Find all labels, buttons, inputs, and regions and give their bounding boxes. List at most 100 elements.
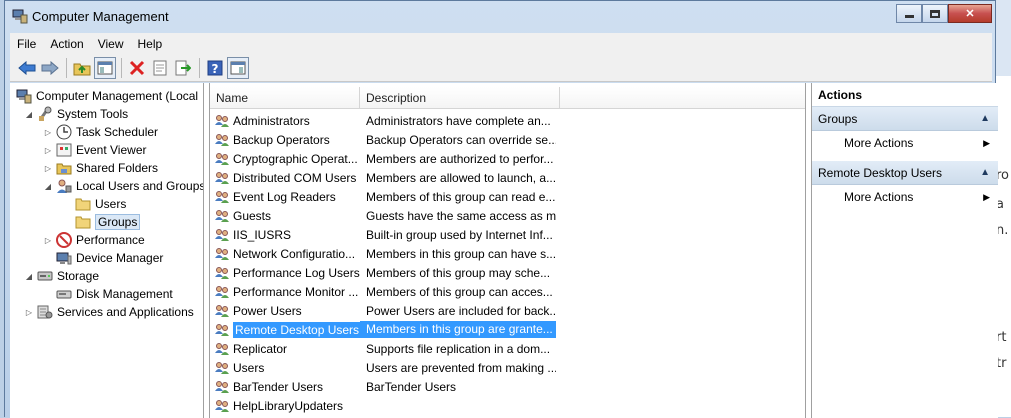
table-row[interactable]: Replicator Supports file replication in a…: [210, 339, 805, 358]
tree-item-services-and-applications[interactable]: ▷ Services and Applications: [24, 303, 194, 321]
table-row[interactable]: Performance Log Users Members of this gro…: [210, 263, 805, 282]
expand-arrow-icon[interactable]: ▷: [24, 308, 34, 317]
list-rows: Administrators Administrators have comple…: [210, 111, 805, 415]
table-row[interactable]: Event Log Readers Members of this group c…: [210, 187, 805, 206]
collapse-arrow-icon[interactable]: ◢: [24, 110, 34, 119]
groups-list[interactable]: Name Description Administrators Administr…: [209, 83, 806, 418]
tree-item-label: Users: [95, 197, 127, 211]
up-one-level-button[interactable]: [71, 57, 93, 79]
tree-item-system-tools[interactable]: ◢ System Tools: [24, 105, 128, 123]
group-icon: [214, 132, 233, 148]
table-row[interactable]: Cryptographic Operat... Members are autho…: [210, 149, 805, 168]
group-icon: [214, 113, 233, 129]
tree-item-device-manager[interactable]: Device Manager: [56, 249, 163, 267]
menu-view[interactable]: View: [91, 37, 131, 51]
back-button[interactable]: [16, 57, 38, 79]
up-folder-icon: [73, 63, 91, 75]
group-name: Performance Log Users: [233, 265, 360, 280]
group-description: Members are authorized to perfor...: [366, 151, 554, 166]
tree-item-disk-management[interactable]: Disk Management: [56, 285, 173, 303]
show-hide-tree-button[interactable]: [94, 56, 116, 79]
group-name-cell: HelpLibraryUpdaters: [210, 398, 360, 414]
table-row[interactable]: Backup Operators Backup Operators can ove…: [210, 130, 805, 149]
tree-item-storage[interactable]: ◢ Storage: [24, 267, 99, 285]
table-row[interactable]: Network Configuratio... Members in this g…: [210, 244, 805, 263]
group-name-cell: Network Configuratio...: [210, 246, 360, 262]
group-name-cell: Distributed COM Users: [210, 170, 360, 186]
expand-arrow-icon[interactable]: ▷: [43, 236, 53, 245]
device-manager-icon: [56, 250, 72, 266]
forward-button[interactable]: [39, 57, 61, 79]
properties-button[interactable]: [149, 57, 171, 79]
column-header-description[interactable]: Description: [360, 87, 560, 109]
tree-item-shared-folders[interactable]: ▷ Shared Folders: [43, 159, 158, 177]
table-row[interactable]: Administrators Administrators have comple…: [210, 111, 805, 130]
menu-action[interactable]: Action: [43, 37, 90, 51]
group-description: Supports file replication in a dom...: [366, 341, 551, 356]
expand-arrow-icon[interactable]: ▷: [43, 128, 53, 137]
export-list-button[interactable]: [172, 57, 194, 79]
menu-help[interactable]: Help: [131, 37, 170, 51]
group-icon: [214, 170, 233, 186]
group-icon: [214, 360, 233, 376]
window-title: Computer Management: [32, 9, 169, 24]
tree-item-label: Shared Folders: [76, 161, 159, 175]
actions-group-remote-desktop-users[interactable]: Remote Desktop Users ▲: [812, 161, 998, 185]
console-tree[interactable]: Computer Management (Local ◢ System Tool…: [10, 83, 204, 418]
actions-group-groups[interactable]: Groups ▲: [812, 107, 998, 131]
table-row[interactable]: Users Users are prevented from making ...: [210, 358, 805, 377]
show-hide-action-pane-button[interactable]: [227, 56, 249, 79]
more-actions-item[interactable]: More Actions ▶: [812, 185, 998, 209]
table-row[interactable]: Remote Desktop Users Members in this grou…: [210, 320, 805, 339]
collapse-arrow-icon[interactable]: ◢: [24, 272, 34, 281]
close-icon: ✕: [965, 8, 975, 20]
computer-management-icon: [12, 9, 28, 24]
group-description: Members of this group can acces...: [366, 284, 553, 299]
table-row[interactable]: IIS_IUSRS Built-in group used by Internet…: [210, 225, 805, 244]
group-name: BarTender Users: [233, 379, 324, 394]
group-icon: [214, 208, 233, 224]
group-icon: [214, 284, 233, 300]
close-button[interactable]: ✕: [948, 4, 992, 23]
group-name-cell: BarTender Users: [210, 379, 360, 395]
title-bar[interactable]: Computer Management ✕: [5, 1, 995, 33]
table-row[interactable]: BarTender Users BarTender Users: [210, 377, 805, 396]
tree-item-users[interactable]: Users: [75, 195, 126, 213]
tree-item-task-scheduler[interactable]: ▷ Task Scheduler: [43, 123, 158, 141]
main-content: Computer Management (Local ◢ System Tool…: [10, 83, 998, 418]
group-description: Members are allowed to launch, a...: [366, 170, 556, 185]
tree-item-groups[interactable]: Groups: [75, 213, 141, 231]
background-strip: [996, 0, 1011, 76]
storage-icon: [37, 268, 53, 284]
group-description: Power Users are included for back...: [366, 303, 556, 318]
column-header-name[interactable]: Name: [210, 87, 360, 109]
column-header-empty: [560, 87, 805, 109]
table-row[interactable]: Guests Guests have the same access as m..…: [210, 206, 805, 225]
menu-file[interactable]: File: [10, 37, 43, 51]
collapse-arrow-icon[interactable]: ◢: [43, 182, 53, 191]
table-row[interactable]: HelpLibraryUpdaters: [210, 396, 805, 415]
expand-arrow-icon[interactable]: ▷: [43, 164, 53, 173]
tree-item-label: Storage: [57, 269, 100, 283]
delete-button[interactable]: [126, 57, 148, 79]
tree-item-local-users-and-groups[interactable]: ◢ Local Users and Groups: [43, 177, 203, 195]
tree-item-performance[interactable]: ▷ Performance: [43, 231, 145, 249]
maximize-button[interactable]: [922, 4, 948, 23]
collapse-up-icon[interactable]: ▲: [980, 113, 990, 124]
help-button[interactable]: ?: [204, 57, 226, 79]
minimize-button[interactable]: [896, 4, 922, 23]
table-row[interactable]: Performance Monitor ... Members of this g…: [210, 282, 805, 301]
more-actions-item[interactable]: More Actions ▶: [812, 131, 998, 155]
group-description: Built-in group used by Internet Inf...: [366, 227, 553, 242]
group-name: Remote Desktop Users: [233, 321, 360, 338]
expand-arrow-icon[interactable]: ▷: [43, 146, 53, 155]
shared-folders-icon: [56, 160, 72, 176]
tree-item-label: Performance: [76, 233, 145, 247]
system-tools-icon: [37, 106, 53, 122]
collapse-up-icon[interactable]: ▲: [980, 167, 990, 178]
submenu-arrow-icon: ▶: [983, 137, 990, 148]
tree-item-computer-management[interactable]: Computer Management (Local: [16, 87, 198, 105]
table-row[interactable]: Distributed COM Users Members are allowed…: [210, 168, 805, 187]
tree-item-event-viewer[interactable]: ▷ Event Viewer: [43, 141, 147, 159]
table-row[interactable]: Power Users Power Users are included for …: [210, 301, 805, 320]
